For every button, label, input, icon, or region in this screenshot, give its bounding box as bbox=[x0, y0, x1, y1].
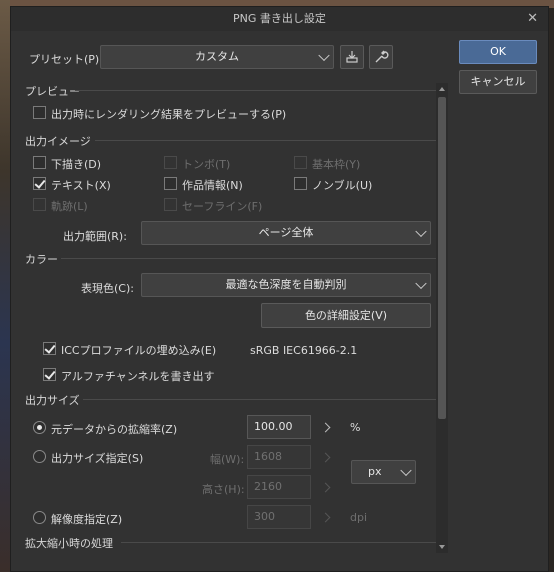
resolution-label: 解像度指定(Z) bbox=[51, 513, 123, 526]
scale-unit: % bbox=[350, 421, 361, 434]
basic-frame-checkbox bbox=[294, 156, 307, 169]
color-detail-button[interactable]: 色の詳細設定(V) bbox=[261, 303, 431, 328]
chevron-right-icon bbox=[320, 452, 331, 463]
color-mode-value: 最適な色深度を自動判別 bbox=[225, 278, 347, 291]
scrollbar[interactable] bbox=[436, 83, 448, 553]
divider bbox=[83, 399, 437, 400]
ok-button[interactable]: OK bbox=[459, 40, 537, 64]
crop-marks-checkbox bbox=[164, 156, 177, 169]
chevron-right-icon[interactable] bbox=[320, 422, 331, 433]
chevron-down-icon bbox=[415, 277, 427, 290]
page-number-label: ノンブル(U) bbox=[312, 179, 373, 192]
sketch-checkbox[interactable] bbox=[33, 156, 46, 169]
divider bbox=[61, 258, 437, 259]
chevron-right-icon bbox=[320, 512, 331, 523]
alpha-label: アルファチャンネルを書き出す bbox=[61, 370, 215, 383]
cancel-button[interactable]: キャンセル bbox=[459, 70, 537, 94]
section-color: カラー bbox=[25, 253, 58, 266]
work-info-checkbox[interactable] bbox=[164, 177, 177, 190]
divider bbox=[95, 140, 437, 141]
trail-checkbox bbox=[33, 198, 46, 211]
preset-value: カスタム bbox=[195, 50, 239, 63]
trail-label: 軌跡(L) bbox=[51, 200, 88, 213]
register-preset-icon bbox=[346, 51, 358, 63]
icc-checkbox[interactable] bbox=[43, 342, 56, 355]
icc-profile-value: sRGB IEC61966-2.1 bbox=[250, 344, 358, 357]
resolution-input: 300 bbox=[247, 505, 311, 529]
divider bbox=[121, 542, 437, 543]
scroll-thumb[interactable] bbox=[438, 97, 446, 419]
section-scaling: 拡大縮小時の処理 bbox=[25, 537, 113, 550]
height-input: 2160 bbox=[247, 475, 311, 499]
section-preview: プレビュー bbox=[25, 85, 80, 98]
scale-label: 元データからの拡縮率(Z) bbox=[51, 423, 178, 436]
close-icon[interactable]: ✕ bbox=[527, 7, 538, 31]
output-range-value: ページ全体 bbox=[258, 226, 314, 239]
output-size-label: 出力サイズ指定(S) bbox=[51, 452, 144, 465]
output-range-select[interactable]: ページ全体 bbox=[141, 221, 431, 245]
wrench-icon bbox=[375, 50, 389, 63]
safe-line-checkbox bbox=[164, 198, 177, 211]
sketch-label: 下描き(D) bbox=[51, 158, 102, 171]
safe-line-label: セーフライン(F) bbox=[182, 200, 263, 213]
chevron-right-icon bbox=[320, 482, 331, 493]
width-input: 1608 bbox=[247, 445, 311, 469]
preset-select[interactable]: カスタム bbox=[100, 45, 334, 69]
unit-value: px bbox=[368, 465, 382, 478]
settings-panel[interactable]: プレビュー 出力時にレンダリング結果をプレビューする(P) 出力イメージ 下描き… bbox=[25, 83, 438, 553]
background-canvas bbox=[0, 0, 10, 572]
crop-marks-label: トンボ(T) bbox=[182, 158, 231, 171]
page-number-checkbox[interactable] bbox=[294, 177, 307, 190]
text-checkbox[interactable] bbox=[33, 177, 46, 190]
resolution-unit: dpi bbox=[350, 511, 368, 524]
section-output-size: 出力サイズ bbox=[25, 394, 80, 407]
section-output-image: 出力イメージ bbox=[25, 135, 91, 148]
title-bar: PNG 書き出し設定 ✕ bbox=[11, 7, 548, 31]
scale-input[interactable]: 100.00 bbox=[247, 415, 311, 439]
color-mode-label: 表現色(C): bbox=[81, 282, 134, 295]
save-preset-button[interactable] bbox=[340, 45, 364, 69]
preview-label: 出力時にレンダリング結果をプレビューする(P) bbox=[51, 108, 287, 121]
width-label: 幅(W): bbox=[210, 453, 245, 466]
resolution-radio[interactable] bbox=[33, 511, 46, 524]
text-label: テキスト(X) bbox=[51, 179, 111, 192]
icc-label: ICCプロファイルの埋め込み(E) bbox=[61, 344, 217, 357]
preset-label: プリセット(P): bbox=[29, 53, 103, 66]
alpha-checkbox[interactable] bbox=[43, 368, 56, 381]
png-export-dialog: PNG 書き出し設定 ✕ プリセット(P): カスタム OK キャンセル プレビ… bbox=[10, 6, 549, 572]
scale-radio[interactable] bbox=[33, 421, 46, 434]
color-mode-select[interactable]: 最適な色深度を自動判別 bbox=[141, 273, 431, 297]
chevron-down-icon bbox=[415, 225, 427, 238]
scroll-down-icon[interactable] bbox=[439, 545, 445, 549]
divider bbox=[75, 90, 437, 91]
chevron-down-icon bbox=[400, 464, 412, 477]
chevron-down-icon bbox=[318, 49, 330, 62]
preview-checkbox[interactable] bbox=[33, 106, 46, 119]
dialog-title: PNG 書き出し設定 bbox=[233, 12, 326, 25]
output-range-label: 出力範囲(R): bbox=[63, 230, 127, 243]
work-info-label: 作品情報(N) bbox=[182, 179, 243, 192]
preset-settings-button[interactable] bbox=[369, 45, 393, 69]
output-size-radio[interactable] bbox=[33, 450, 46, 463]
basic-frame-label: 基本枠(Y) bbox=[312, 158, 361, 171]
unit-select[interactable]: px bbox=[351, 460, 416, 484]
scroll-up-icon[interactable] bbox=[439, 87, 445, 91]
height-label: 高さ(H): bbox=[202, 483, 245, 496]
